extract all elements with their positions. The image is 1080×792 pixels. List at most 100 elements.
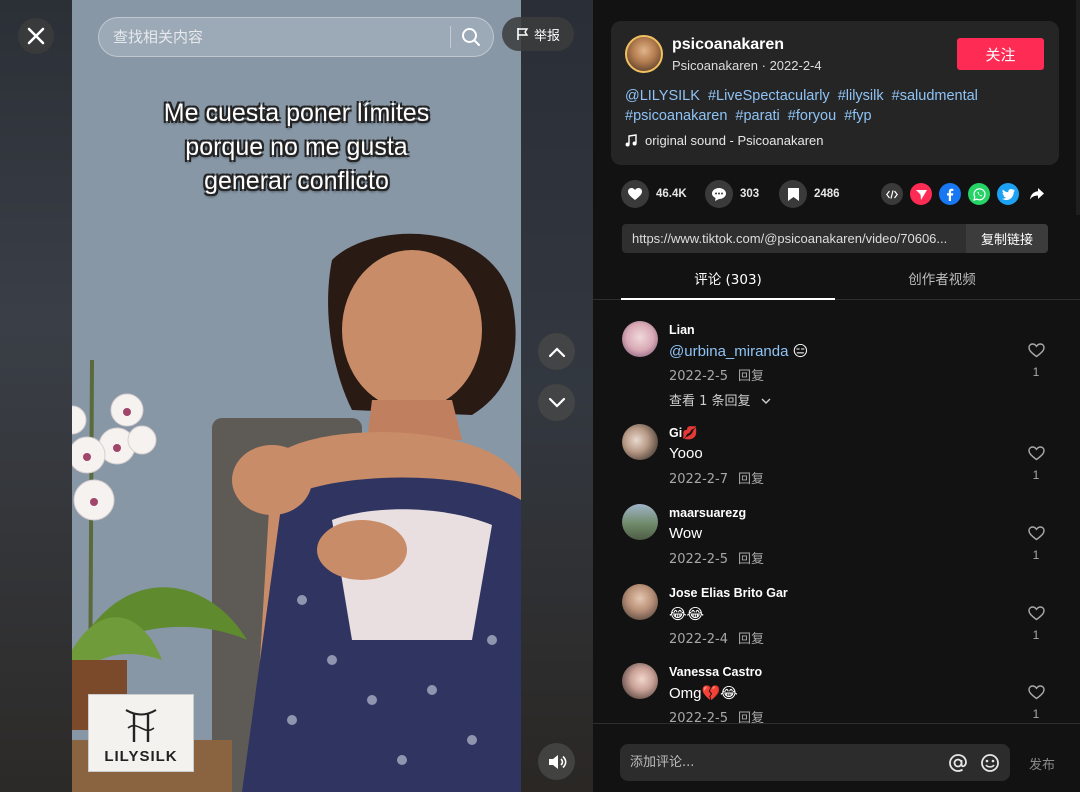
sound-link[interactable]: original sound - Psicoanakaren (625, 133, 824, 148)
hashtag-link[interactable]: #psicoanakaren (625, 108, 727, 124)
comment-author[interactable]: Gi💋 (669, 426, 698, 441)
hashtag-link[interactable]: @LILYSILK (625, 88, 700, 104)
reply-button[interactable]: 回复 (738, 552, 764, 567)
search-input[interactable] (113, 28, 450, 46)
comment-text: Wow (669, 525, 703, 542)
comment-avatar[interactable] (622, 584, 658, 620)
comment-text: 😂😂 (669, 606, 705, 623)
video-url[interactable]: https://www.tiktok.com/@psicoanakaren/vi… (622, 224, 966, 253)
comment-item: Jose Elias Brito Gar 😂😂 2022-2-4 回复 1 (593, 584, 1080, 654)
heart-outline-icon (1027, 343, 1045, 358)
comment-author[interactable]: Vanessa Castro (669, 665, 762, 679)
comment-date: 2022-2-7 (669, 472, 729, 487)
heart-outline-icon (1027, 526, 1045, 541)
share-link-row: https://www.tiktok.com/@psicoanakaren/vi… (622, 224, 1048, 253)
like-action[interactable]: 46.4K (621, 180, 687, 208)
comment-avatar[interactable] (622, 504, 658, 540)
comment-like-button[interactable]: 1 (1026, 343, 1046, 379)
save-button[interactable] (779, 180, 807, 208)
previous-video-button[interactable] (538, 333, 575, 370)
copy-link-button[interactable]: 复制链接 (966, 224, 1048, 253)
hashtag-link[interactable]: #LiveSpectacularly (708, 88, 830, 104)
comment-input-box[interactable] (620, 744, 1010, 781)
hashtag-link[interactable]: #fyp (844, 108, 871, 124)
report-label: 举报 (533, 28, 560, 44)
comment-button[interactable] (705, 180, 733, 208)
volume-button[interactable] (538, 743, 575, 780)
next-video-button[interactable] (538, 384, 575, 421)
action-bar: 46.4K 303 2486 (621, 180, 1051, 208)
reply-button[interactable]: 回复 (738, 632, 764, 647)
search-bar[interactable] (98, 17, 494, 57)
send-icon[interactable] (910, 183, 932, 205)
comment-like-button[interactable]: 1 (1026, 446, 1046, 482)
comment-input[interactable] (630, 755, 948, 770)
video-player[interactable]: LILYSILK Me cuesta poner límites porque … (0, 0, 593, 792)
comment-avatar[interactable] (622, 663, 658, 699)
hashtag-link[interactable]: #saludmental (892, 88, 978, 104)
whatsapp-icon[interactable] (968, 183, 990, 205)
reply-button[interactable]: 回复 (738, 711, 764, 723)
comment-date: 2022-2-5 (669, 711, 729, 723)
close-button[interactable] (18, 18, 54, 54)
comment-text: @urbina_miranda 😑 (669, 342, 808, 360)
comment-avatar[interactable] (622, 424, 658, 460)
comment-date: 2022-2-5 (669, 369, 729, 384)
comment-action[interactable]: 303 (705, 180, 759, 208)
video-blur-left (0, 0, 72, 792)
caption-line: porque no me gusta (185, 133, 408, 161)
save-action[interactable]: 2486 (779, 180, 840, 208)
page-scrollbar[interactable] (1076, 0, 1080, 215)
hashtag-link[interactable]: #foryou (788, 108, 836, 124)
facebook-icon[interactable] (939, 183, 961, 205)
comment-text: Omg💔😂 (669, 685, 738, 702)
chevron-up-icon (548, 346, 565, 357)
reply-button[interactable]: 回复 (738, 369, 764, 384)
comment-mention[interactable]: @urbina_miranda (669, 343, 788, 360)
comment-footer: 发布 (593, 723, 1080, 792)
hashtag-link[interactable]: #parati (735, 108, 779, 124)
author-username[interactable]: psicoanakaren (672, 36, 784, 54)
video-caption: Me cuesta poner límites porque no me gus… (72, 96, 521, 198)
save-count: 2486 (814, 188, 840, 200)
close-icon (27, 27, 45, 45)
comment-like-button[interactable]: 1 (1026, 526, 1046, 562)
volume-icon (548, 754, 566, 769)
comment-like-count: 1 (1032, 365, 1040, 379)
comment-author[interactable]: Lian (669, 323, 695, 337)
brand-card: LILYSILK (88, 694, 194, 772)
twitter-icon[interactable] (997, 183, 1019, 205)
caption-line: Me cuesta poner límites (163, 99, 430, 127)
emoji-icon[interactable] (980, 753, 1000, 773)
view-replies-button[interactable]: 查看 1 条回复 (669, 390, 771, 409)
heart-outline-icon (1027, 606, 1045, 621)
author-avatar[interactable] (625, 35, 663, 73)
heart-outline-icon (1027, 446, 1045, 461)
search-divider (450, 26, 451, 48)
hashtag-link[interactable]: #lilysilk (838, 88, 884, 104)
like-button[interactable] (621, 180, 649, 208)
follow-button[interactable]: 关注 (957, 38, 1044, 70)
embed-icon[interactable] (881, 183, 903, 205)
reply-button[interactable]: 回复 (738, 472, 764, 487)
tab-comments[interactable]: 评论 (303) (621, 264, 835, 300)
brand-name: LILYSILK (104, 748, 178, 765)
comment-like-button[interactable]: 1 (1026, 685, 1046, 721)
author-separator: · (761, 58, 770, 73)
report-button[interactable]: 举报 (502, 17, 574, 51)
post-button[interactable]: 发布 (1029, 754, 1055, 773)
search-icon[interactable] (461, 27, 481, 47)
comment-item: Lian @urbina_miranda 😑 2022-2-5 回复 查看 1 条… (593, 321, 1080, 417)
comment-list[interactable]: Lian @urbina_miranda 😑 2022-2-5 回复 查看 1 条… (593, 301, 1080, 723)
chevron-down-icon (761, 398, 771, 404)
comment-avatar[interactable] (622, 321, 658, 357)
tab-creator-videos[interactable]: 创作者视频 (835, 264, 1049, 300)
share-arrow-icon[interactable] (1026, 183, 1048, 205)
comment-like-button[interactable]: 1 (1026, 606, 1046, 642)
comment-author[interactable]: maarsuarezg (669, 506, 746, 520)
comment-like-count: 1 (1032, 707, 1040, 721)
comment-author[interactable]: Jose Elias Brito Gar (669, 586, 788, 600)
comment-emoji: 😑 (788, 343, 809, 360)
at-mention-icon[interactable] (948, 753, 968, 773)
caption-line: generar conflicto (204, 167, 389, 195)
